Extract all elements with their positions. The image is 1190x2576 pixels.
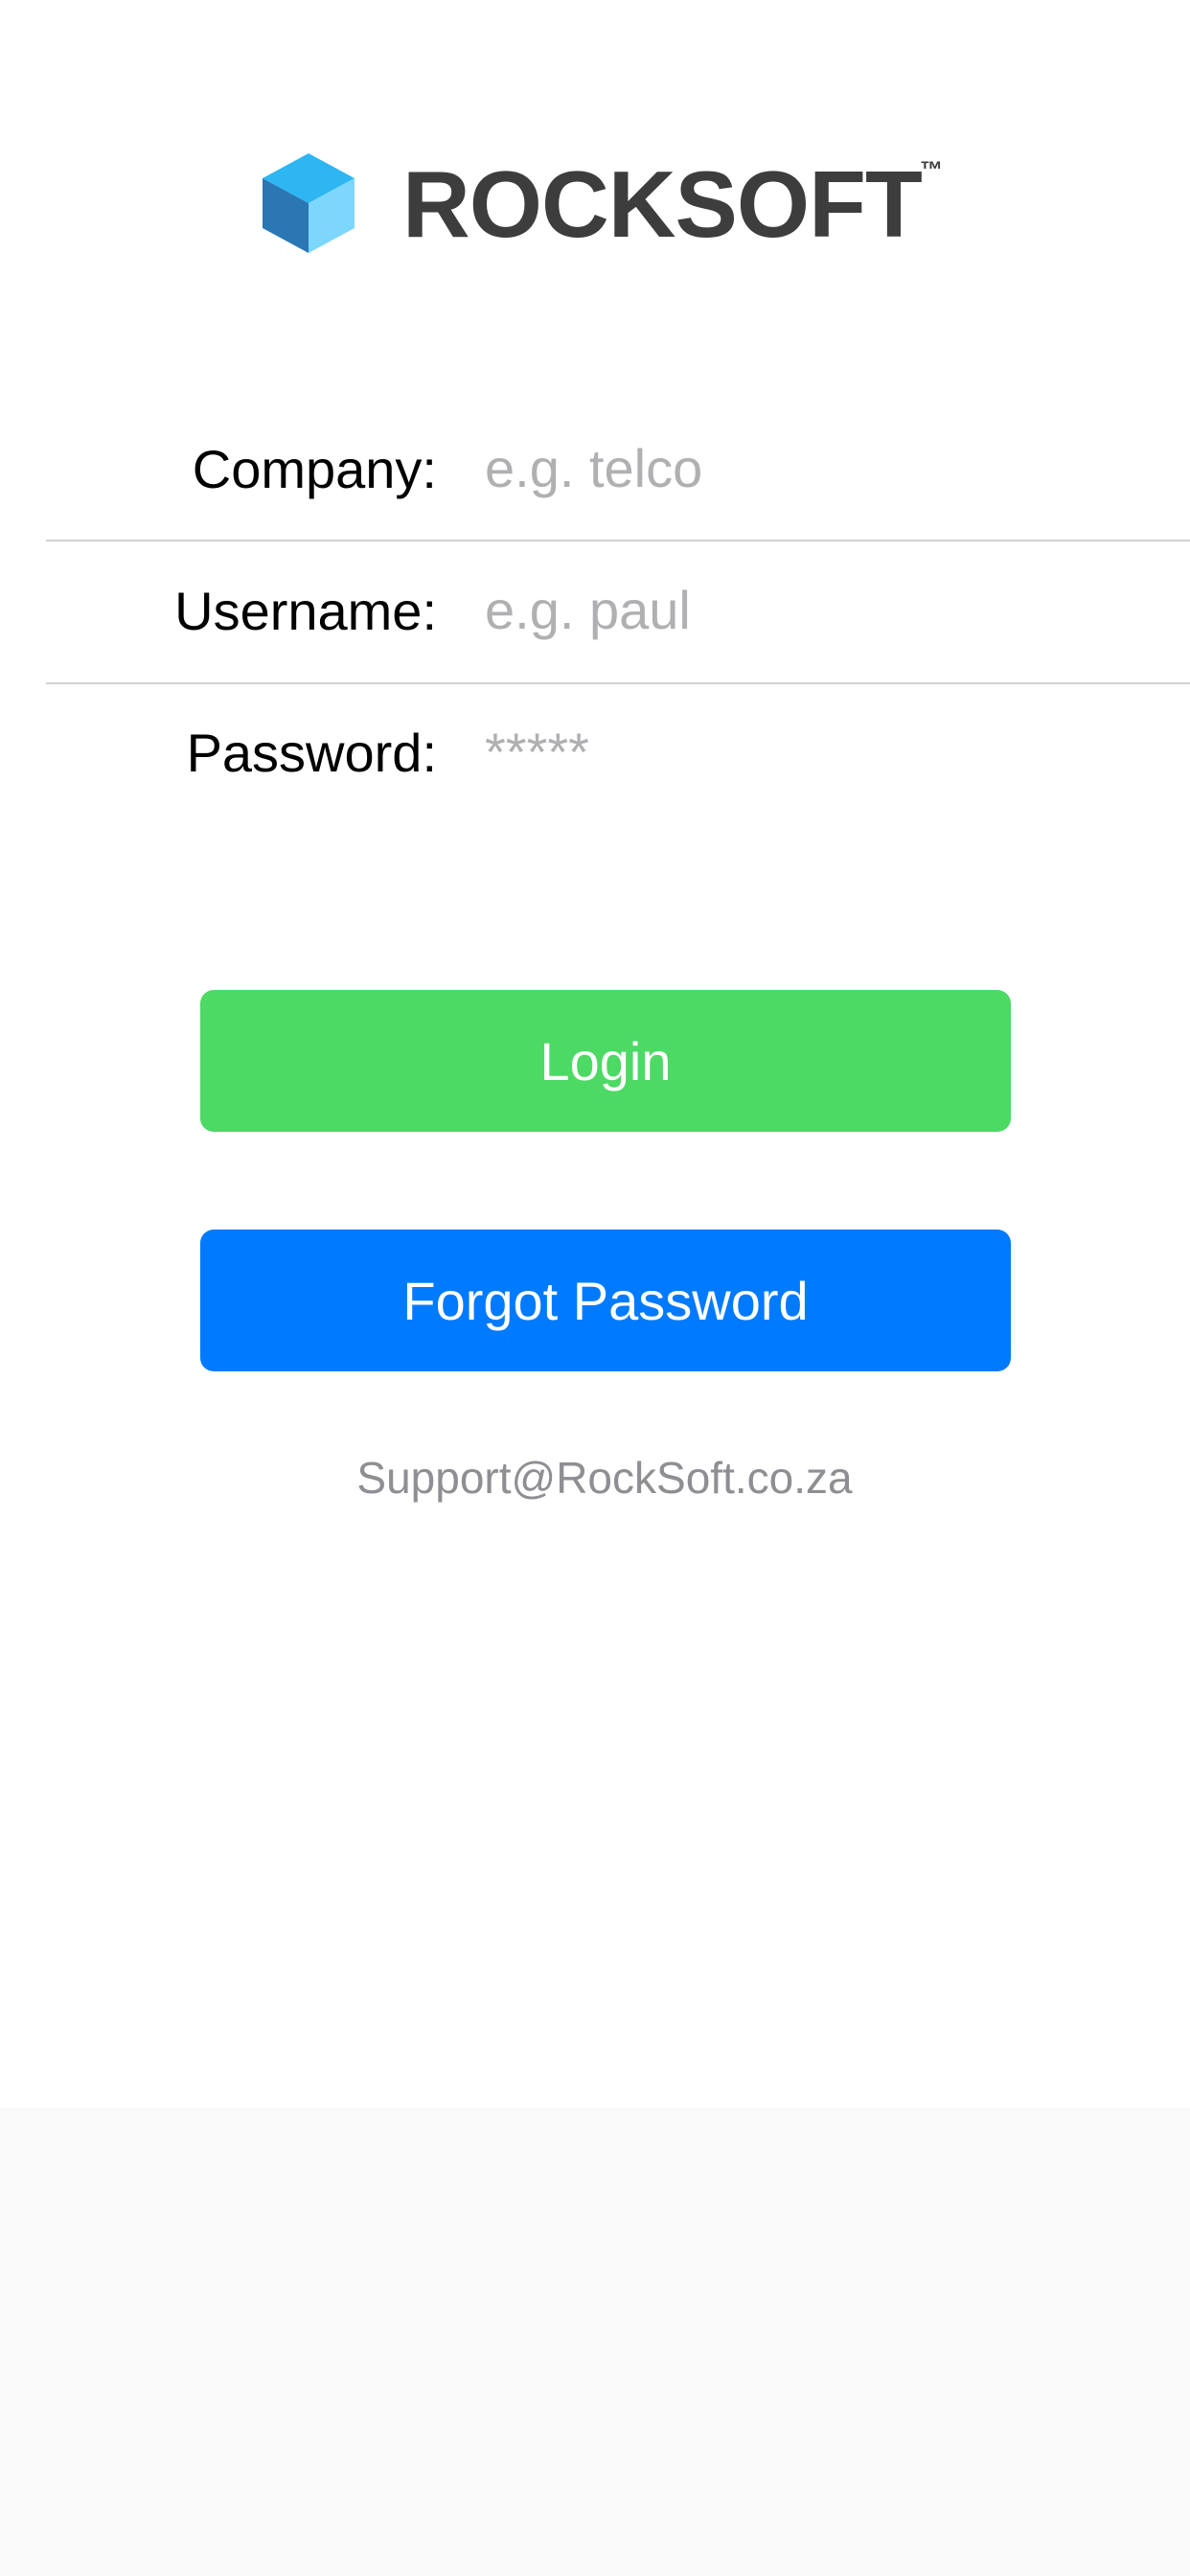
- username-row: Username:: [0, 542, 1190, 684]
- password-input[interactable]: [485, 713, 1156, 790]
- password-row: Password:: [0, 684, 1190, 826]
- username-input[interactable]: [485, 571, 1156, 648]
- company-input[interactable]: [485, 429, 1156, 506]
- support-email-link[interactable]: Support@RockSoft.co.za: [0, 1452, 1190, 1505]
- rocksoft-logo: ROCKSOFT ™: [259, 153, 968, 259]
- company-label: Company:: [192, 439, 437, 499]
- trademark-symbol: ™: [920, 157, 943, 183]
- username-label: Username:: [174, 581, 437, 641]
- brand-name: ROCKSOFT: [402, 151, 923, 257]
- bottom-area: [0, 2108, 1190, 2576]
- divider: [46, 540, 1190, 541]
- company-row: Company:: [0, 401, 1190, 542]
- login-button[interactable]: Login: [200, 990, 1011, 1132]
- password-label: Password:: [186, 723, 437, 783]
- forgot-password-button[interactable]: Forgot Password: [200, 1230, 1011, 1371]
- cube-icon: [263, 153, 355, 253]
